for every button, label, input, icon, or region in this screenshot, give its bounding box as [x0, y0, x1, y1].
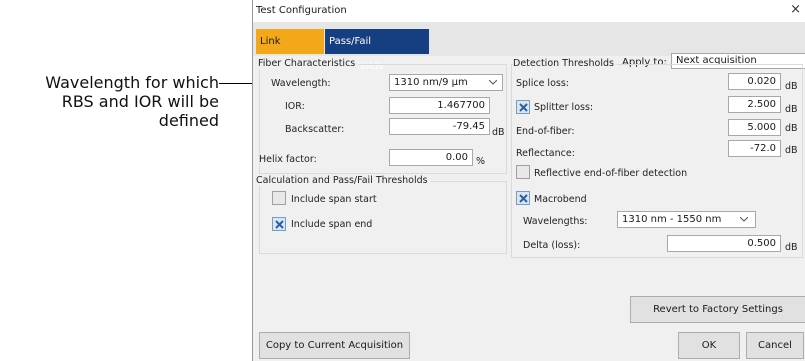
- ior-field[interactable]: 1.467700: [389, 97, 490, 114]
- chevron-down-icon: [740, 217, 748, 222]
- cancel-button[interactable]: Cancel: [746, 332, 804, 359]
- macrobend-checkbox[interactable]: [516, 191, 530, 205]
- check-icon: [519, 103, 528, 112]
- tab-pass-fail-thresholds[interactable]: Pass/Fail Thresholds: [325, 29, 429, 72]
- close-icon[interactable]: ×: [790, 2, 801, 17]
- title-bar: Test Configuration ×: [253, 0, 805, 23]
- splitter-loss-unit: dB: [785, 104, 798, 115]
- ior-label: IOR:: [285, 101, 305, 112]
- include-span-end-checkbox[interactable]: [272, 217, 286, 231]
- splice-loss-label: Splice loss:: [516, 78, 569, 89]
- backscatter-label: Backscatter:: [285, 124, 345, 135]
- include-span-start-label: Include span start: [291, 194, 377, 205]
- tab-link-definition[interactable]: Link Definition: [256, 29, 324, 72]
- detection-thresholds-title: Detection Thresholds: [513, 58, 617, 69]
- backscatter-field[interactable]: -79.45: [389, 118, 490, 135]
- helix-factor-field[interactable]: 0.00: [389, 149, 473, 166]
- callout-line-3: defined: [158, 111, 219, 130]
- window-title: Test Configuration: [256, 5, 347, 16]
- splice-loss-field[interactable]: 0.020: [728, 73, 781, 90]
- reflectance-label: Reflectance:: [516, 148, 575, 159]
- include-span-start-checkbox[interactable]: [272, 191, 286, 205]
- test-configuration-dialog: Test Configuration × Link Definition Pas…: [252, 0, 805, 361]
- end-of-fiber-label: End-of-fiber:: [516, 126, 575, 137]
- wavelength-label: Wavelength:: [271, 78, 331, 89]
- include-span-end-label: Include span end: [291, 219, 373, 230]
- wavelengths-label: Wavelengths:: [523, 216, 588, 227]
- wavelength-select[interactable]: 1310 nm/9 μm: [389, 74, 503, 91]
- reflective-eof-label: Reflective end-of-fiber detection: [534, 168, 688, 179]
- callout-text: Wavelength for which RBS and IOR will be…: [45, 73, 219, 130]
- splice-loss-unit: dB: [785, 81, 798, 92]
- helix-factor-label: Helix factor:: [259, 154, 317, 165]
- wavelength-value: 1310 nm/9 μm: [394, 77, 468, 88]
- detection-thresholds-group: [511, 64, 803, 258]
- callout-line-2: RBS and IOR will be: [61, 92, 219, 111]
- fiber-characteristics-title: Fiber Characteristics: [258, 58, 359, 69]
- copy-to-current-acquisition-button[interactable]: Copy to Current Acquisition: [259, 332, 410, 359]
- reflectance-unit: dB: [785, 145, 798, 156]
- wavelengths-value: 1310 nm - 1550 nm: [622, 214, 722, 225]
- chevron-down-icon: [489, 80, 497, 85]
- reflectance-field[interactable]: -72.0: [728, 140, 781, 157]
- calculation-group: [259, 181, 507, 254]
- delta-loss-unit: dB: [785, 242, 798, 253]
- end-of-fiber-field[interactable]: 5.000: [728, 119, 781, 136]
- reflective-eof-checkbox[interactable]: [516, 165, 530, 179]
- callout-line-1: Wavelength for which: [45, 73, 219, 92]
- ok-button[interactable]: OK: [678, 332, 740, 359]
- splitter-loss-checkbox[interactable]: [516, 100, 530, 114]
- check-icon: [275, 220, 284, 229]
- delta-loss-field[interactable]: 0.500: [667, 235, 781, 252]
- revert-to-factory-settings-button[interactable]: Revert to Factory Settings: [630, 296, 805, 323]
- delta-loss-label: Delta (loss):: [523, 240, 581, 251]
- helix-factor-unit: %: [476, 156, 486, 167]
- wavelengths-select[interactable]: 1310 nm - 1550 nm: [617, 211, 756, 228]
- macrobend-label: Macrobend: [534, 194, 587, 205]
- splitter-loss-field[interactable]: 2.500: [728, 96, 781, 113]
- calculation-title: Calculation and Pass/Fail Thresholds: [256, 175, 431, 186]
- backscatter-unit: dB: [492, 127, 505, 138]
- tab-strip: Link Definition Pass/Fail Thresholds App…: [253, 22, 805, 72]
- end-of-fiber-unit: dB: [785, 123, 798, 134]
- check-icon: [519, 194, 528, 203]
- splitter-loss-label: Splitter loss:: [534, 102, 594, 113]
